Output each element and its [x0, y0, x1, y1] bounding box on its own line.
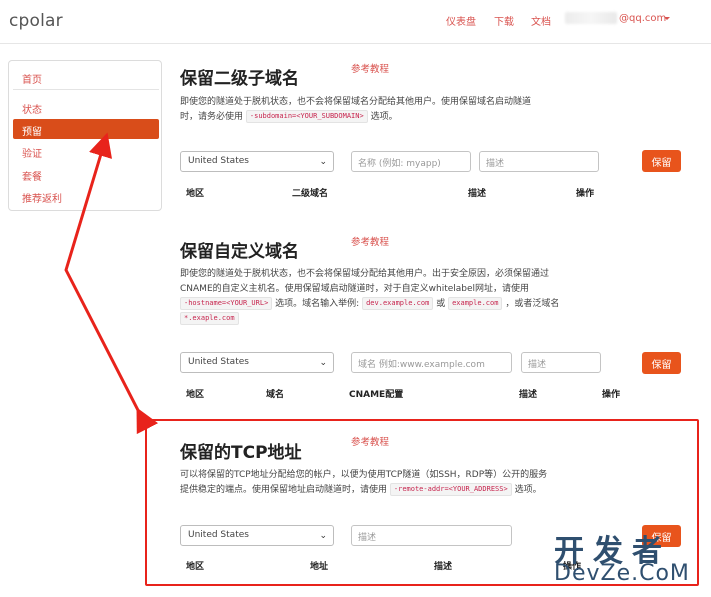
sidebar-item-verify[interactable]: 验证 [13, 141, 159, 161]
tcp-ref-link[interactable]: 参考教程 [351, 434, 389, 448]
chevron-down-icon: ⌄ [319, 358, 327, 368]
tcp-region-select[interactable]: United States ⌄ [180, 525, 334, 546]
subdomain-desc-input[interactable]: 描述 [479, 151, 599, 172]
custom-domain-col-desc: 描述 [519, 390, 538, 400]
custom-domain-region-select[interactable]: United States ⌄ [180, 352, 334, 373]
subdomain-code-snippet: -subdomain=<YOUR_SUBDOMAIN> [245, 110, 368, 123]
custom-domain-reserve-button[interactable]: 保留 [642, 352, 681, 374]
chevron-down-icon: ⌄ [319, 157, 327, 167]
sidebar: 首页 状态 预留 验证 套餐 推荐返利 [8, 60, 162, 211]
watermark: 开发者 DevZe.CoM [548, 526, 708, 592]
tcp-col-desc: 描述 [434, 562, 453, 572]
user-email[interactable]: @qq.com [619, 13, 666, 24]
subdomain-reserve-button[interactable]: 保留 [642, 150, 681, 172]
custom-domain-col-region: 地区 [186, 390, 205, 400]
chevron-down-icon: ⌄ [319, 531, 327, 541]
custom-domain-ref-link[interactable]: 参考教程 [351, 234, 389, 248]
subdomain-col-region: 地区 [186, 189, 205, 199]
subdomain-ref-link[interactable]: 参考教程 [351, 61, 389, 75]
subdomain-section-title: 保留二级子域名 [180, 69, 299, 89]
custom-domain-col-cname: CNAME配置 [349, 390, 404, 400]
custom-domain-input[interactable]: 域名 例如:www.example.com [351, 352, 512, 373]
sidebar-item-plans[interactable]: 套餐 [13, 164, 159, 184]
custom-domain-description: 即使您的隧道处于脱机状态，也不会将保留域分配给其他用户。出于安全原因，必须保留通… [180, 267, 620, 327]
user-email-redacted [565, 12, 617, 24]
custom-domain-col-action: 操作 [602, 390, 621, 400]
sidebar-divider [13, 89, 159, 90]
tcp-col-region: 地区 [186, 562, 205, 572]
custom-domain-section-title: 保留自定义域名 [180, 242, 299, 262]
custom-domain-col-domain: 域名 [266, 390, 285, 400]
custom-domain-desc-input[interactable]: 描述 [521, 352, 601, 373]
nav-download-link[interactable]: 下载 [494, 13, 514, 28]
subdomain-col-desc: 描述 [468, 189, 487, 199]
subdomain-col-subdomain: 二级域名 [292, 189, 329, 199]
subdomain-region-select[interactable]: United States ⌄ [180, 151, 334, 172]
sidebar-item-reserved[interactable]: 预留 [13, 119, 159, 139]
tcp-section-title: 保留的TCP地址 [180, 443, 302, 463]
nav-dashboard-link[interactable]: 仪表盘 [446, 13, 476, 28]
top-navbar: cpolar 仪表盘 下载 文档 @qq.com [0, 0, 711, 44]
chevron-down-icon[interactable] [664, 17, 670, 20]
brand-logo[interactable]: cpolar [9, 11, 63, 31]
sidebar-item-status[interactable]: 状态 [13, 97, 159, 117]
tcp-code-snippet: -remote-addr=<YOUR_ADDRESS> [389, 483, 512, 496]
watermark-en: DevZe.CoM [554, 561, 690, 586]
sidebar-item-home[interactable]: 首页 [13, 67, 159, 87]
tcp-desc-input[interactable]: 描述 [351, 525, 512, 546]
subdomain-col-action: 操作 [576, 189, 595, 199]
nav-docs-link[interactable]: 文档 [531, 13, 551, 28]
tcp-col-address: 地址 [310, 562, 329, 572]
sidebar-item-referral[interactable]: 推荐返利 [13, 186, 159, 206]
subdomain-description: 即使您的隧道处于脱机状态，也不会将保留域名分配给其他用户。使用保留域名启动隧道 … [180, 97, 532, 123]
tcp-description: 可以将保留的TCP地址分配给您的帐户，以便为使用TCP隧道（如SSH，RDP等）… [180, 470, 548, 496]
subdomain-name-input[interactable]: 名称 (例如: myapp) [351, 151, 471, 172]
